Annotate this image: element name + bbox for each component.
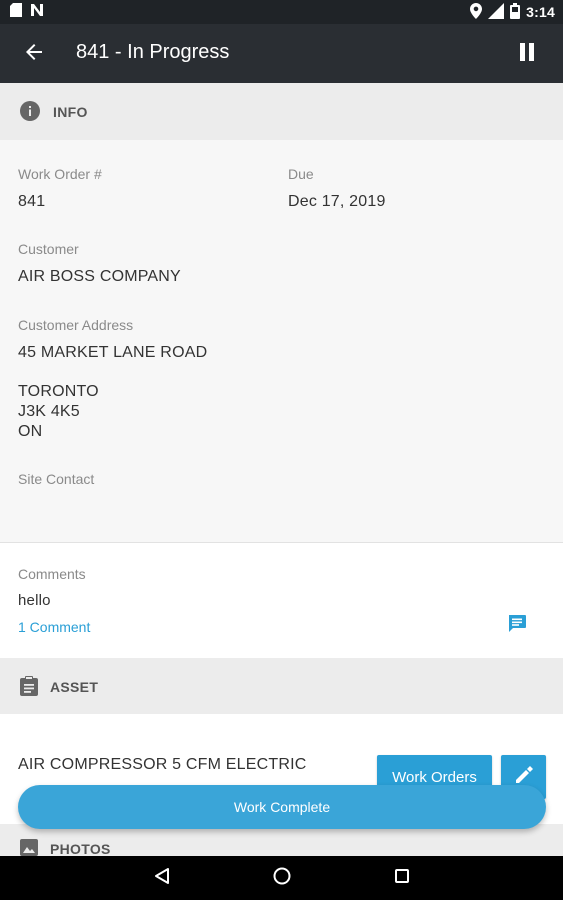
site-contact-label: Site Contact [18,471,95,487]
back-button[interactable] [18,38,50,70]
triangle-back-icon [153,867,171,890]
photos-header-label: PHOTOS [50,841,111,857]
clipboard-icon [20,676,38,701]
n-notification-icon [30,3,44,22]
system-nav-bar [0,856,563,900]
address-province: ON [18,423,43,440]
customer-label: Customer [18,241,79,257]
address-postal: J3K 4K5 [18,403,80,420]
nav-recents-button[interactable] [388,864,416,892]
sd-card-icon [10,2,22,22]
location-icon [470,2,483,22]
info-header-label: INFO [53,104,88,120]
work-order-label: Work Order # [18,166,102,182]
due-label: Due [288,166,314,182]
status-bar: 3:14 [0,0,563,24]
customer-value: AIR BOSS COMPANY [18,268,181,285]
work-order-value: 841 [18,193,46,210]
nav-back-button[interactable] [148,864,176,892]
status-time: 3:14 [526,4,555,20]
signal-icon [488,2,505,22]
comment-text: hello [18,592,51,609]
asset-section-header: ASSET [0,658,563,714]
pause-icon [519,42,535,66]
page-title: 841 - In Progress [76,41,230,63]
comment-count-link[interactable]: 1 Comment [18,619,90,635]
square-recents-icon [393,867,411,890]
address-city: TORONTO [18,383,99,400]
nav-home-button[interactable] [268,864,296,892]
comments-label: Comments [18,566,86,582]
info-section-header: INFO [0,83,563,140]
circle-home-icon [272,866,292,891]
asset-header-label: ASSET [50,679,99,695]
pause-button[interactable] [513,40,541,68]
asset-name: AIR COMPRESSOR 5 CFM ELECTRIC [18,756,307,773]
app-bar: 841 - In Progress [0,24,563,83]
arrow-left-icon [25,43,43,66]
work-complete-button[interactable]: Work Complete [18,785,546,829]
customer-address-label: Customer Address [18,317,134,333]
info-icon [20,101,40,126]
due-value: Dec 17, 2019 [288,193,386,210]
comment-icon[interactable] [507,614,527,639]
battery-icon [510,2,521,22]
comments-section [0,543,563,658]
address-line1: 45 MARKET LANE ROAD [18,344,208,361]
